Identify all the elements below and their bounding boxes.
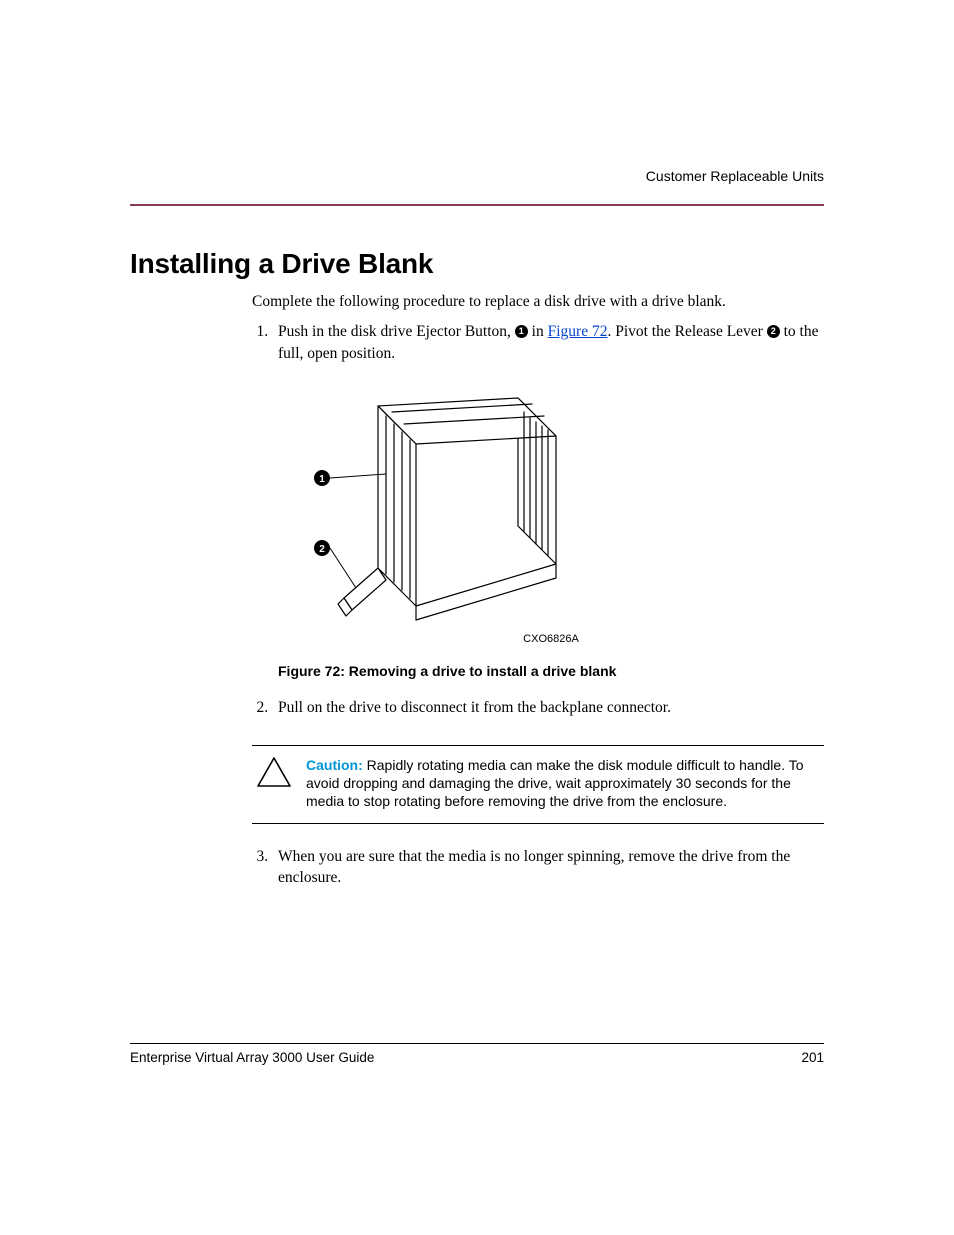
figure-caption: Figure 72: Removing a drive to install a… <box>278 662 824 682</box>
drive-illustration: 1 2 <box>308 378 568 628</box>
caution-icon <box>256 756 292 790</box>
section-title: Installing a Drive Blank <box>130 248 824 280</box>
header-rule <box>130 204 824 206</box>
caution-label: Caution: <box>306 757 363 773</box>
procedure-list: Push in the disk drive Ejector Button, 1… <box>252 321 824 719</box>
step-1-text-c: . Pivot the Release Lever <box>607 323 766 340</box>
step-2: Pull on the drive to disconnect it from … <box>272 697 824 719</box>
caution-box: Caution: Rapidly rotating media can make… <box>252 745 824 824</box>
intro-paragraph: Complete the following procedure to repl… <box>252 292 824 313</box>
step-1-text-b: in <box>528 323 548 340</box>
figure-callout-1: 1 <box>319 474 325 485</box>
figure-link[interactable]: Figure 72 <box>548 323 608 340</box>
callout-1-inline: 1 <box>515 325 528 338</box>
figure-image-code: CXO6826A <box>278 632 824 647</box>
caution-body: Rapidly rotating media can make the disk… <box>306 757 804 809</box>
step-1: Push in the disk drive Ejector Button, 1… <box>272 321 824 681</box>
footer-page-number: 201 <box>801 1050 824 1065</box>
step-3: When you are sure that the media is no l… <box>272 846 824 889</box>
footer-doc-title: Enterprise Virtual Array 3000 User Guide <box>130 1050 374 1065</box>
running-head: Customer Replaceable Units <box>130 168 824 184</box>
caution-text: Caution: Rapidly rotating media can make… <box>306 756 820 811</box>
procedure-list-cont: When you are sure that the media is no l… <box>252 846 824 889</box>
callout-2-inline: 2 <box>767 325 780 338</box>
step-1-text-a: Push in the disk drive Ejector Button, <box>278 323 515 340</box>
page-footer: Enterprise Virtual Array 3000 User Guide… <box>130 1043 824 1065</box>
figure-72: 1 2 CXO6826A <box>278 378 824 647</box>
figure-callout-2: 2 <box>319 544 325 555</box>
